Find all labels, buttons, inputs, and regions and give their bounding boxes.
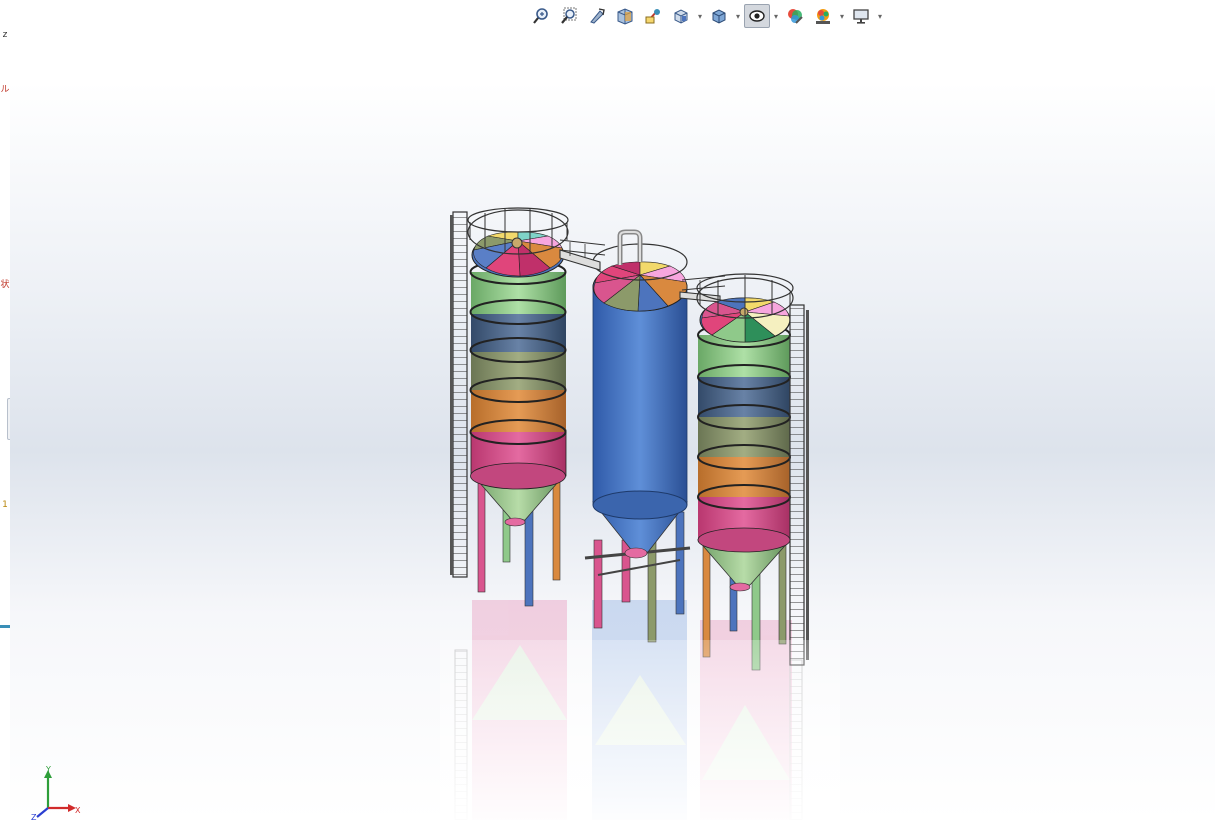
- triad-z-label: Z: [31, 813, 37, 820]
- silo-assembly-model[interactable]: [0, 0, 1215, 820]
- silo-left[interactable]: [450, 207, 569, 607]
- triad-x-label: X: [75, 806, 81, 815]
- floor-fade: [440, 640, 840, 820]
- triad-z-axis: [36, 807, 49, 818]
- silo-middle[interactable]: [584, 229, 691, 643]
- silo-right[interactable]: [696, 273, 809, 671]
- reference-triad: Y X Z: [31, 765, 81, 820]
- triad-y-label: Y: [45, 765, 51, 774]
